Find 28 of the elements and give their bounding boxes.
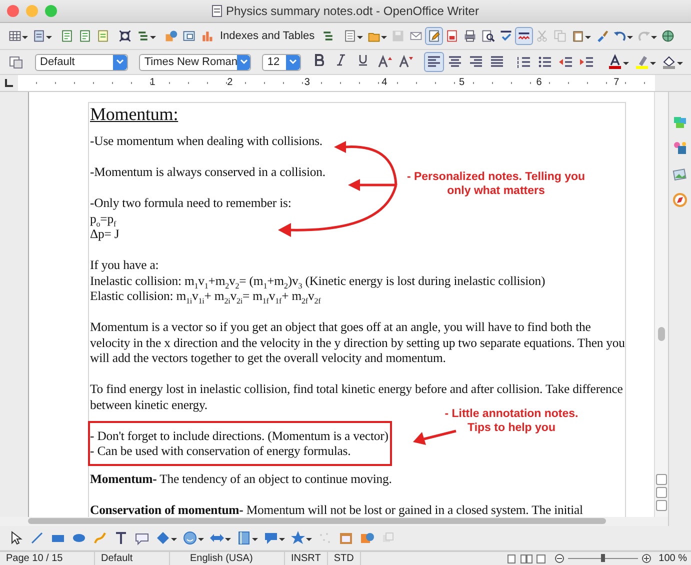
text-line: - Can be used with conservation of energy formulas. xyxy=(90,444,351,460)
page-indicator: Page 10 / 15 xyxy=(0,552,95,565)
zoom-level: 100 % xyxy=(658,553,688,564)
annotation-note: - Personalized notes. Telling you only what matters xyxy=(406,170,586,198)
text-line: Momentum- The tendency of an object to continue moving. xyxy=(90,472,392,487)
text-line: If you have a: xyxy=(90,258,159,274)
text-line: Conservation of momentum- Momentum will not be lost or gained in a closed system. The initial xyxy=(90,502,583,517)
window-title: Physics summary notes.odt - OpenOffice Writer xyxy=(226,4,479,18)
text-line: Δp= J xyxy=(90,227,120,242)
text-line: - Don't forget to include directions. (Momentum is a vector) xyxy=(90,428,388,444)
font-size-dropdown[interactable]: 12 xyxy=(262,54,301,70)
selection-mode: STD xyxy=(328,552,361,565)
language: English (USA) xyxy=(170,552,285,565)
page-style: Default xyxy=(95,552,170,565)
text-line: Momentum is a vector so if you get an object that goes off at an angle, you will have to find both the velocity in the x direction and the velocity in the y direction by setting up two separate equations. Then you will add the vectors together to get the overall velocity and momentum. xyxy=(90,320,625,366)
text-line: -Use momentum when dealing with collisions. xyxy=(90,134,323,150)
text-line: p$_{o}$=p$_{f}$ xyxy=(90,212,116,227)
text-line: -Only two formula need to remember is: xyxy=(90,196,292,212)
text-line: Elastic collision: m$_{1i}$v$_{1i}$+ m$_{2i}$v$_{2i}$= m$_{1f}$v$_{1f}$+ m$_{2f}$v$_{2f}$ xyxy=(90,289,321,304)
insert-mode: INSRT xyxy=(285,552,328,565)
indexes-button[interactable]: Indexes and Tables xyxy=(216,27,319,45)
paragraph-style-dropdown[interactable]: Default xyxy=(35,54,128,70)
text-line: -Momentum is always conserved in a collision. xyxy=(90,165,326,180)
font-name-dropdown[interactable]: Times New Roman xyxy=(139,54,252,70)
text-line: Inelastic collision: m$_{1}$v$_{1}$+m$_{2}$v$_{2}$= (m$_{1}$+m$_{2}$)v$_{3}$ (Kinetic energy is lost during inelastic collision) xyxy=(90,274,546,289)
document-heading: Momentum: xyxy=(90,104,178,124)
annotation-note: - Little annotation notes. Tips to help you xyxy=(444,407,580,435)
ruler[interactable]: 1 2 3 4 5 6 7 xyxy=(18,75,655,91)
